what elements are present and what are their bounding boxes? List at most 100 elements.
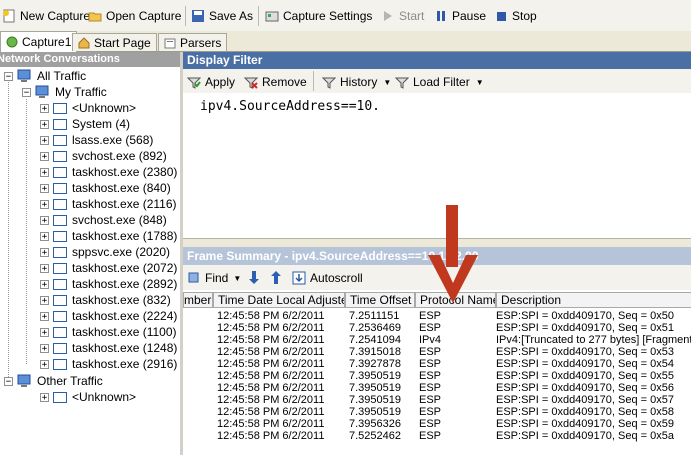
tree-node-process[interactable]: + taskhost.exe (840) xyxy=(40,180,171,196)
collapse-toggle[interactable]: − xyxy=(4,376,13,386)
column-header[interactable]: Description xyxy=(496,292,691,308)
expand-toggle[interactable]: + xyxy=(40,263,49,273)
table-row[interactable]: 12:45:58 PM 6/2/2011 7.5252462 ESP ESP:SPI … xyxy=(183,430,691,442)
expand-toggle[interactable]: + xyxy=(40,295,49,305)
tree-node-process[interactable]: + svchost.exe (892) xyxy=(40,148,167,164)
expand-toggle[interactable]: + xyxy=(40,215,49,225)
tree-label: taskhost.exe (2916) xyxy=(72,357,178,371)
tree-node-process[interactable]: + taskhost.exe (2116) xyxy=(40,196,177,212)
new-capture-button[interactable]: New Capture xyxy=(2,7,90,25)
network-conversations-tree[interactable]: − All Traffic − My Traffic − Other Traff… xyxy=(0,67,180,455)
table-cell: 7.5252462 xyxy=(349,430,401,442)
collapse-toggle[interactable]: − xyxy=(22,87,31,97)
table-row[interactable]: 12:45:58 PM 6/2/2011 7.3915018 ESP ESP:SPI … xyxy=(183,346,691,358)
tree-node-other-traffic[interactable]: − Other Traffic xyxy=(4,373,103,389)
apply-button[interactable]: Apply xyxy=(187,73,235,91)
tree-node-process[interactable]: + System (4) xyxy=(40,116,130,132)
frame-summary-grid[interactable]: mber Time Date Local Adjusted Time Offset P… xyxy=(183,290,691,455)
tree-node-process[interactable]: + taskhost.exe (2892) xyxy=(40,276,177,292)
frame-summary-title: Frame Summary - ipv4.SourceAddress==10.1… xyxy=(187,249,479,263)
pause-button[interactable]: Pause xyxy=(434,7,486,25)
table-cell: ESP:SPI = 0xdd409170, Seq = 0x50 xyxy=(496,310,674,322)
table-row[interactable]: 12:45:58 PM 6/2/2011 7.3950519 ESP ESP:SPI … xyxy=(183,394,691,406)
expand-toggle[interactable]: + xyxy=(40,135,49,145)
table-row[interactable]: 12:45:58 PM 6/2/2011 7.3956326 ESP ESP:SPI … xyxy=(183,418,691,430)
tree-node-process[interactable]: + <Unknown> xyxy=(40,100,136,116)
table-cell: ESP xyxy=(419,358,442,370)
expand-toggle[interactable]: + xyxy=(40,231,49,241)
find-dropdown[interactable]: Find ▼ xyxy=(187,269,241,287)
tree-label: taskhost.exe (2892) xyxy=(72,277,178,291)
open-folder-icon xyxy=(88,12,102,22)
tree-node-process[interactable]: + taskhost.exe (1100) xyxy=(40,324,177,340)
expand-toggle[interactable]: + xyxy=(40,392,49,402)
settings-icon xyxy=(265,11,279,22)
table-row[interactable]: 12:45:58 PM 6/2/2011 7.2536469 ESP ESP:SPI … xyxy=(183,322,691,334)
expand-toggle[interactable]: + xyxy=(40,119,49,129)
autoscroll-button[interactable]: Autoscroll xyxy=(292,269,363,287)
remove-label: Remove xyxy=(262,75,307,89)
column-header[interactable]: Time Date Local Adjusted xyxy=(213,292,345,308)
table-row[interactable]: 12:45:58 PM 6/2/2011 7.2541094 IPv4 IPv4:[T… xyxy=(183,334,691,346)
down-arrow-icon[interactable] xyxy=(248,270,260,285)
column-header[interactable]: Time Offset xyxy=(345,292,415,308)
tab-capture1-label: Capture1 xyxy=(22,35,72,49)
start-label: Start xyxy=(399,9,425,23)
table-cell: ESP:SPI = 0xdd409170, Seq = 0x57 xyxy=(496,394,674,406)
expand-toggle[interactable]: + xyxy=(40,327,49,337)
tree-node-all-traffic[interactable]: − All Traffic xyxy=(4,68,86,84)
capture-settings-button[interactable]: Capture Settings xyxy=(265,7,372,25)
display-filter-editor[interactable]: ipv4.SourceAddress==10. xyxy=(183,93,691,239)
tree-node-process[interactable]: + lsass.exe (568) xyxy=(40,132,153,148)
tree-node-process[interactable]: + sppsvc.exe (2020) xyxy=(40,244,170,260)
tree-node-process[interactable]: + taskhost.exe (2224) xyxy=(40,308,177,324)
conversation-icon xyxy=(53,166,67,178)
tab-start-page[interactable]: Start Page xyxy=(72,33,157,51)
table-cell: 7.3950519 xyxy=(349,406,401,418)
expand-toggle[interactable]: + xyxy=(40,183,49,193)
remove-button[interactable]: Remove xyxy=(244,73,307,91)
tree-node-process[interactable]: + svchost.exe (848) xyxy=(40,212,167,228)
expand-toggle[interactable]: + xyxy=(40,151,49,161)
expand-toggle[interactable]: + xyxy=(40,247,49,257)
history-dropdown[interactable]: History ▼ xyxy=(322,73,391,91)
expand-toggle[interactable]: + xyxy=(40,343,49,353)
table-row[interactable]: 12:45:58 PM 6/2/2011 7.3950519 ESP ESP:SPI … xyxy=(183,370,691,382)
display-filter-header: Display Filter xyxy=(183,52,691,69)
start-button[interactable]: Start xyxy=(381,7,424,25)
stop-button[interactable]: Stop xyxy=(494,7,537,25)
tree-node-other-unknown[interactable]: + <Unknown> xyxy=(40,389,136,405)
find-label: Find xyxy=(205,271,229,285)
expand-toggle[interactable]: + xyxy=(40,279,49,289)
table-row[interactable]: 12:45:58 PM 6/2/2011 7.3950519 ESP ESP:SPI … xyxy=(183,406,691,418)
horizontal-splitter[interactable] xyxy=(183,239,691,247)
tree-node-process[interactable]: + taskhost.exe (2916) xyxy=(40,356,177,372)
table-row[interactable]: 12:45:58 PM 6/2/2011 7.3950519 ESP ESP:SPI … xyxy=(183,382,691,394)
open-capture-button[interactable]: Open Capture xyxy=(88,7,181,25)
save-as-button[interactable]: Save As xyxy=(191,7,253,25)
up-arrow-icon[interactable] xyxy=(270,270,282,285)
tree-node-process[interactable]: + taskhost.exe (832) xyxy=(40,292,171,308)
tab-capture1[interactable]: Capture1 xyxy=(0,31,78,52)
tree-node-process[interactable]: + taskhost.exe (2380) xyxy=(40,164,177,180)
column-header[interactable]: mber xyxy=(183,292,213,308)
collapse-toggle[interactable]: − xyxy=(4,71,13,81)
expand-toggle[interactable]: + xyxy=(40,359,49,369)
expand-toggle[interactable]: + xyxy=(40,199,49,209)
expand-toggle[interactable]: + xyxy=(40,167,49,177)
table-row[interactable]: 12:45:58 PM 6/2/2011 7.2511151 ESP ESP:SPI … xyxy=(183,310,691,322)
load-filter-dropdown[interactable]: Load Filter ▼ xyxy=(395,73,484,91)
tree-node-process[interactable]: + taskhost.exe (1248) xyxy=(40,340,177,356)
expand-toggle[interactable]: + xyxy=(40,103,49,113)
table-row[interactable]: 12:45:58 PM 6/2/2011 7.3927878 ESP ESP:SPI … xyxy=(183,358,691,370)
remove-icon xyxy=(244,77,258,89)
tree-label: taskhost.exe (840) xyxy=(72,181,171,195)
table-cell: 12:45:58 PM 6/2/2011 xyxy=(217,370,325,382)
expand-toggle[interactable]: + xyxy=(40,311,49,321)
column-header[interactable]: Protocol Name xyxy=(415,292,496,308)
tree-node-process[interactable]: + taskhost.exe (2072) xyxy=(40,260,177,276)
toolbar-separator xyxy=(185,6,186,26)
tab-parsers[interactable]: Parsers xyxy=(158,33,228,51)
tree-node-my-traffic[interactable]: − My Traffic xyxy=(22,84,107,100)
tree-node-process[interactable]: + taskhost.exe (1788) xyxy=(40,228,177,244)
